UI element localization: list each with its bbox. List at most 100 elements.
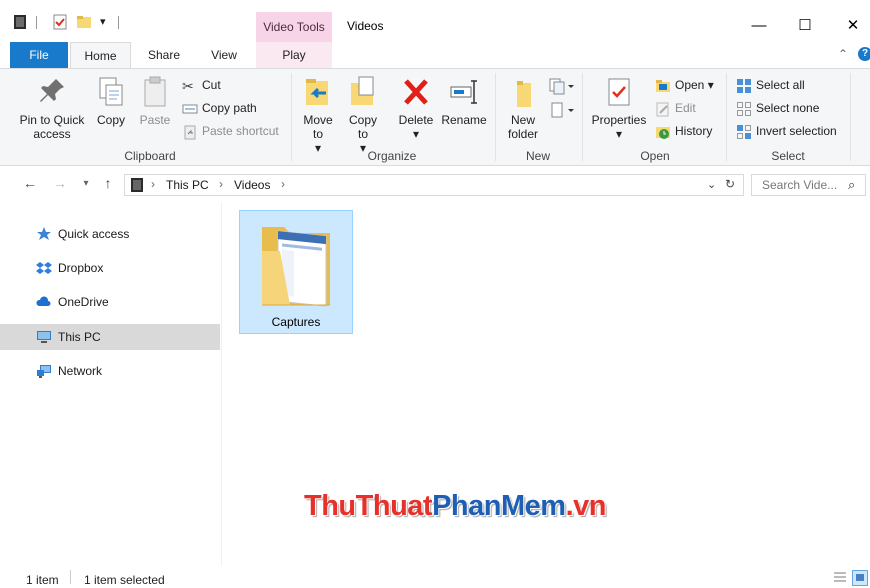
qat-customize-icon[interactable]: ▾ xyxy=(100,15,106,28)
address-history-icon[interactable]: ⌄ xyxy=(707,178,716,191)
rename-icon xyxy=(450,80,477,104)
breadcrumb-chevron-icon: › xyxy=(281,177,285,191)
tab-file[interactable]: File xyxy=(10,42,68,68)
tab-play[interactable]: Play xyxy=(256,42,332,68)
nav-item-this-pc[interactable]: This PC xyxy=(0,324,220,350)
search-icon: ⌕ xyxy=(848,177,856,192)
tab-view[interactable]: View xyxy=(198,42,250,68)
monitor-icon xyxy=(37,331,51,343)
scissors-icon: ✂ xyxy=(182,77,194,94)
paste-label: Paste xyxy=(139,113,171,127)
paste-button[interactable]: Paste xyxy=(137,75,173,127)
paste-shortcut-icon xyxy=(184,125,196,140)
details-view-icon[interactable] xyxy=(832,571,848,585)
history-icon xyxy=(656,126,670,139)
status-separator xyxy=(70,570,71,584)
select-all-label: Select all xyxy=(756,78,805,92)
rename-label: Rename xyxy=(441,113,487,127)
nav-item-onedrive[interactable]: OneDrive xyxy=(12,289,220,315)
select-all-button[interactable]: Select all xyxy=(736,75,805,95)
copy-path-button[interactable]: Copy path xyxy=(182,98,257,118)
copy-to-button[interactable]: Copy to ▾ xyxy=(343,75,383,155)
tab-home[interactable]: Home xyxy=(70,42,131,68)
easy-access-button[interactable] xyxy=(548,101,574,122)
invert-selection-button[interactable]: Invert selection xyxy=(736,121,837,141)
collapse-ribbon-icon[interactable]: ⌃ xyxy=(838,47,848,61)
history-label: History xyxy=(675,124,713,138)
move-to-button[interactable]: Move to ▾ xyxy=(298,75,338,155)
tab-share[interactable]: Share xyxy=(138,42,190,68)
folder-icon xyxy=(517,81,531,107)
group-label-new: New xyxy=(525,149,550,163)
up-arrow-icon[interactable]: ↑ xyxy=(98,175,118,191)
properties-icon[interactable] xyxy=(52,14,68,30)
breadcrumb-chevron-icon: › xyxy=(151,177,155,191)
rename-button[interactable]: Rename xyxy=(441,75,487,127)
group-label-clipboard: Clipboard xyxy=(124,149,176,163)
navigation-bar: ← → ▾ ↑ › This PC › Videos › ⌄ ↻ Search … xyxy=(0,168,870,202)
dropdown-arrow-icon: ▾ xyxy=(707,78,714,92)
star-icon xyxy=(37,227,51,240)
select-all-icon xyxy=(737,78,751,93)
dropdown-arrow-icon: ▾ xyxy=(615,127,623,141)
back-arrow-icon[interactable]: ← xyxy=(20,175,40,191)
ribbon: Pin to Quick access Copy Paste ✂ Cut Copy… xyxy=(0,68,870,166)
new-folder-button[interactable]: New folder xyxy=(500,75,546,141)
new-folder-label: New folder xyxy=(507,113,539,141)
recent-locations-icon[interactable]: ▾ xyxy=(76,178,96,189)
nav-item-network[interactable]: Network xyxy=(12,358,220,384)
delete-button[interactable]: Delete ▾ xyxy=(396,75,436,141)
group-separator xyxy=(291,73,292,161)
minimize-button[interactable]: — xyxy=(736,13,782,39)
paste-shortcut-button[interactable]: Paste shortcut xyxy=(182,121,279,141)
easy-access-icon xyxy=(551,102,574,118)
new-folder-icon[interactable] xyxy=(76,14,92,30)
open-button[interactable]: Open ▾ xyxy=(655,75,714,95)
breadcrumb-this-pc[interactable]: This PC xyxy=(166,178,209,192)
folder-item-captures[interactable]: Captures xyxy=(239,210,353,334)
nav-label: Quick access xyxy=(58,227,130,241)
dropbox-icon xyxy=(36,262,52,274)
file-list: Captures ThuThuatPhanMem.vn xyxy=(223,202,870,566)
dropdown-arrow-icon: ▾ xyxy=(412,127,420,141)
copy-label: Copy xyxy=(96,113,125,127)
copy-to-label: Copy to xyxy=(348,113,377,141)
explorer-icon[interactable] xyxy=(12,14,28,30)
new-item-button[interactable] xyxy=(548,77,574,98)
watermark-part1: ThuThuat xyxy=(304,490,433,522)
nav-item-dropbox[interactable]: Dropbox xyxy=(12,255,220,281)
status-item-count: 1 item xyxy=(26,573,59,587)
search-placeholder: Search Vide... xyxy=(762,178,838,192)
help-icon[interactable]: ? xyxy=(858,47,870,61)
status-selected: 1 item selected xyxy=(84,573,165,587)
group-separator xyxy=(726,73,727,161)
nav-item-quick-access[interactable]: Quick access xyxy=(12,221,220,247)
clipboard-icon xyxy=(144,76,166,107)
copy-button[interactable]: Copy xyxy=(93,75,129,127)
forward-arrow-icon[interactable]: → xyxy=(50,175,70,191)
search-input[interactable]: Search Vide... ⌕ xyxy=(751,174,866,196)
pin-to-quick-access-button[interactable]: Pin to Quick access xyxy=(16,75,88,141)
history-button[interactable]: History xyxy=(655,121,712,141)
cut-button[interactable]: ✂ Cut xyxy=(182,75,221,95)
select-none-icon xyxy=(737,101,751,116)
maximize-button[interactable]: ☐ xyxy=(782,13,828,39)
pin-icon xyxy=(40,79,64,102)
folder-name: Captures xyxy=(271,315,321,329)
status-bar: 1 item 1 item selected xyxy=(0,566,870,588)
edit-label: Edit xyxy=(675,101,696,115)
group-label-open: Open xyxy=(640,149,670,163)
breadcrumb-videos[interactable]: Videos xyxy=(234,178,270,192)
large-icons-view-icon[interactable] xyxy=(852,570,868,586)
refresh-icon[interactable]: ↻ xyxy=(725,177,735,191)
address-bar[interactable]: › This PC › Videos › ⌄ ↻ xyxy=(124,174,744,196)
select-none-button[interactable]: Select none xyxy=(736,98,819,118)
breadcrumb-chevron-icon: › xyxy=(219,177,223,191)
group-separator xyxy=(495,73,496,161)
close-button[interactable]: ✕ xyxy=(830,13,870,39)
qat-separator xyxy=(36,16,37,29)
edit-icon xyxy=(656,102,669,117)
edit-button[interactable]: Edit xyxy=(655,98,696,118)
cut-label: Cut xyxy=(202,78,221,92)
properties-button[interactable]: Properties ▾ xyxy=(589,75,649,141)
